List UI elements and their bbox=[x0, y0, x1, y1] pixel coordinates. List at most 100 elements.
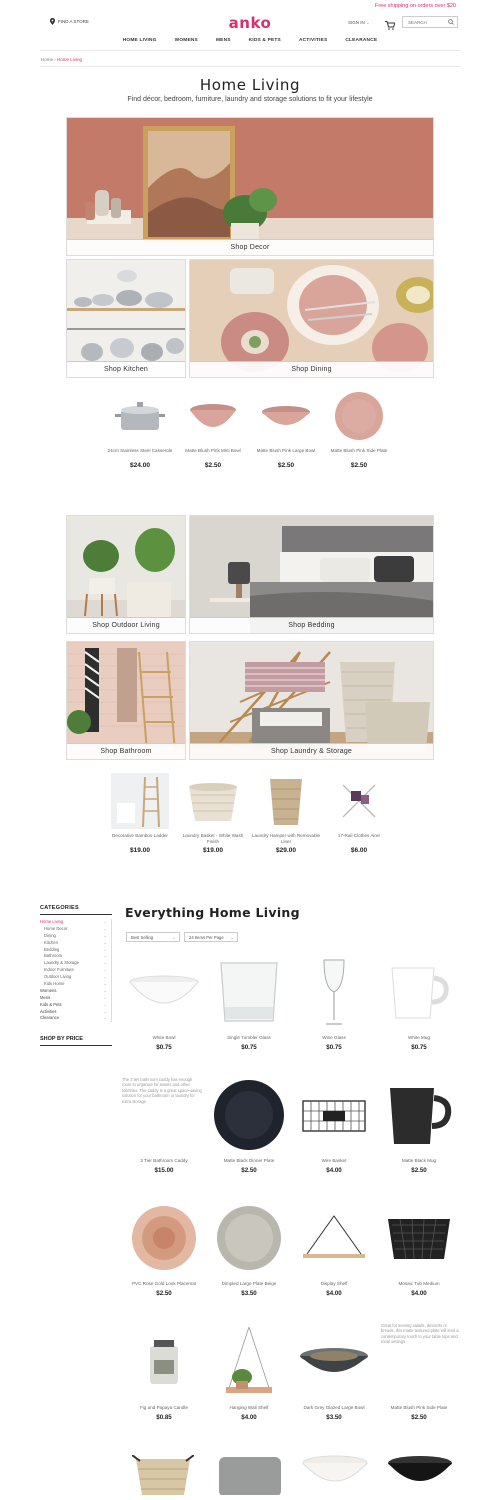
product-image[interactable] bbox=[292, 1076, 376, 1154]
product-image[interactable] bbox=[292, 1199, 376, 1277]
product-name[interactable]: Display Shelf bbox=[292, 1281, 376, 1287]
product-image[interactable] bbox=[377, 1199, 461, 1277]
shop-by-price-title[interactable]: SHOP BY PRICE bbox=[40, 1036, 112, 1047]
sidebar-item[interactable]: Laundry & Storage ⌄ bbox=[40, 960, 111, 967]
product-card[interactable]: Matte Black Dinner Plate $2.50 bbox=[207, 1076, 291, 1174]
product-card[interactable]: Decorative Bamboo Ladder $19.00 bbox=[103, 773, 177, 854]
search-input[interactable]: SEARCH bbox=[402, 16, 458, 28]
product-card[interactable]: Wine Glass $0.75 bbox=[292, 953, 376, 1051]
chevron-down-icon[interactable]: ⌄ bbox=[103, 988, 107, 995]
nav-mens[interactable]: MENS bbox=[213, 38, 234, 43]
product-card[interactable]: Dimpled Large Plate Beige $3.50 bbox=[207, 1199, 291, 1297]
product-card[interactable]: Laundry Hamper with Removable Liner $29.… bbox=[249, 773, 323, 854]
product-image[interactable] bbox=[377, 1076, 461, 1154]
tile-kitchen[interactable]: Shop Kitchen bbox=[66, 259, 186, 378]
chevron-down-icon[interactable]: ⌄ bbox=[103, 995, 107, 1002]
chevron-down-icon[interactable]: ⌄ bbox=[103, 953, 107, 960]
chevron-down-icon[interactable]: ⌄ bbox=[103, 933, 107, 940]
sidebar-item[interactable]: Home Decor ⌄ bbox=[40, 926, 111, 933]
chevron-down-icon[interactable]: ⌄ bbox=[103, 947, 107, 954]
product-card[interactable]: Single Tumbler Glass $0.75 bbox=[207, 953, 291, 1051]
product-name[interactable]: Mosaic Tub Medium bbox=[377, 1281, 461, 1287]
product-name[interactable]: Matte Black Mug bbox=[377, 1158, 461, 1164]
product-card[interactable]: Hanging Wall Shelf $4.00 bbox=[207, 1323, 291, 1421]
product-card[interactable]: Fig and Papaya Candle $0.85 bbox=[122, 1323, 206, 1421]
product-card[interactable]: Matte Blush Pink Mini Bowl $2.50 bbox=[176, 388, 250, 469]
product-name[interactable]: Hanging Wall Shelf bbox=[207, 1405, 291, 1411]
nav-activities[interactable]: ACTIVITIES bbox=[296, 38, 330, 43]
sort-select[interactable]: Best Selling ⌄ bbox=[126, 932, 180, 942]
sidebar-item[interactable]: Bathroom ⌄ bbox=[40, 953, 111, 960]
product-card[interactable]: 24cm Stainless Steel Casserole $24.00 bbox=[103, 388, 177, 469]
sidebar-item[interactable]: Womens ⌄ bbox=[40, 988, 111, 995]
product-image[interactable] bbox=[377, 953, 461, 1031]
product-card[interactable]: Dark Grey Glazed Large Bowl $3.50 bbox=[292, 1323, 376, 1421]
product-image[interactable] bbox=[207, 1076, 291, 1154]
product-name[interactable]: Single Tumbler Glass bbox=[207, 1035, 291, 1041]
product-name[interactable]: 3 Tier Bathroom Caddy bbox=[122, 1158, 206, 1164]
product-card[interactable]: Matte Blush Pink Side Plate $2.50 bbox=[322, 388, 396, 469]
chevron-down-icon[interactable]: ⌄ bbox=[103, 940, 107, 947]
breadcrumb-home[interactable]: Home bbox=[41, 57, 53, 62]
chevron-down-icon[interactable]: ⌄ bbox=[103, 1015, 107, 1022]
promo-banner[interactable]: Free shipping on orders over $20 bbox=[375, 3, 456, 9]
product-image[interactable] bbox=[207, 1199, 291, 1277]
product-name[interactable]: Fig and Papaya Candle bbox=[122, 1405, 206, 1411]
chevron-down-icon[interactable]: ⌄ bbox=[103, 967, 107, 974]
product-image[interactable] bbox=[207, 953, 291, 1031]
product-card[interactable]: Laundry Basket - White Wash Finish $19.0… bbox=[176, 773, 250, 854]
product-name[interactable]: PVC Rose Gold Look Placemat bbox=[122, 1281, 206, 1287]
product-image[interactable] bbox=[387, 1455, 457, 1492]
sidebar-item[interactable]: Mens ⌄ bbox=[40, 995, 111, 1002]
product-card[interactable]: Matte Black Mug $2.50 bbox=[377, 1076, 461, 1174]
product-image[interactable] bbox=[131, 1454, 202, 1500]
sign-in-link[interactable]: SIGN IN ⌄ bbox=[348, 20, 370, 26]
chevron-down-icon[interactable]: ⌄ bbox=[103, 1002, 107, 1009]
product-card[interactable]: Display Shelf $4.00 bbox=[292, 1199, 376, 1297]
tile-outdoor[interactable]: Shop Outdoor Living bbox=[66, 515, 186, 634]
tile-bathroom[interactable]: Shop Bathroom bbox=[66, 641, 186, 760]
chevron-down-icon[interactable]: ⌄ bbox=[103, 1009, 107, 1016]
chevron-down-icon[interactable]: ⌄ bbox=[103, 974, 107, 981]
product-name[interactable]: White Bowl bbox=[122, 1035, 206, 1041]
sidebar-item[interactable]: Kids & Pets ⌄ bbox=[40, 1002, 111, 1009]
product-card[interactable]: Matte Blush Pink Large Bowl $2.50 bbox=[249, 388, 323, 469]
tile-bedding[interactable]: Shop Bedding bbox=[189, 515, 434, 634]
product-image[interactable] bbox=[122, 1199, 206, 1277]
sidebar-item[interactable]: Indoor Furniture ⌄ bbox=[40, 967, 111, 974]
anko-logo[interactable]: anko bbox=[229, 14, 272, 32]
product-name[interactable]: Wire Basket bbox=[292, 1158, 376, 1164]
sidebar-item[interactable]: Kids Home ⌄ bbox=[40, 981, 111, 988]
nav-clearance[interactable]: CLEARANCE bbox=[342, 38, 380, 43]
product-image[interactable] bbox=[207, 1323, 291, 1401]
sidebar-item[interactable]: Kitchen ⌄ bbox=[40, 940, 111, 947]
product-name[interactable]: Dimpled Large Plate Beige bbox=[207, 1281, 291, 1287]
tile-laundry[interactable]: Shop Laundry & Storage bbox=[189, 641, 434, 760]
tile-decor[interactable]: Shop Decor bbox=[66, 117, 434, 256]
sidebar-item[interactable]: Clearance ⌄ bbox=[40, 1015, 111, 1022]
product-name[interactable]: Wine Glass bbox=[292, 1035, 376, 1041]
product-card[interactable]: 17-Rail Clothes Airer $6.00 bbox=[322, 773, 396, 854]
sidebar-item[interactable]: Dining ⌄ bbox=[40, 933, 111, 940]
product-image[interactable] bbox=[302, 1455, 372, 1490]
product-name[interactable]: Matte Black Dinner Plate bbox=[207, 1158, 291, 1164]
product-image[interactable] bbox=[292, 953, 376, 1031]
sidebar-item[interactable]: Activities ⌄ bbox=[40, 1009, 111, 1016]
product-image[interactable] bbox=[122, 1323, 206, 1401]
sidebar-item[interactable]: Outdoor Living ⌄ bbox=[40, 974, 111, 981]
product-card[interactable]: White Mug $0.75 bbox=[377, 953, 461, 1051]
chevron-down-icon[interactable]: ⌄ bbox=[103, 981, 107, 988]
nav-womens[interactable]: WOMENS bbox=[172, 38, 201, 43]
product-image[interactable] bbox=[122, 953, 206, 1031]
product-card[interactable]: White Bowl $0.75 bbox=[122, 953, 206, 1051]
chevron-down-icon[interactable]: ⌄ bbox=[103, 960, 107, 967]
chevron-down-icon[interactable]: ⌄ bbox=[103, 919, 107, 926]
nav-kids-pets[interactable]: KIDS & PETS bbox=[246, 38, 284, 43]
sidebar-item[interactable]: Home Living ⌄ bbox=[40, 919, 111, 926]
product-name[interactable]: Dark Grey Glazed Large Bowl bbox=[292, 1405, 376, 1411]
chevron-down-icon[interactable]: ⌄ bbox=[103, 926, 107, 933]
tile-dining[interactable]: Shop Dining bbox=[189, 259, 434, 378]
per-page-select[interactable]: 24 Items Per Page ⌄ bbox=[184, 932, 238, 942]
product-card[interactable]: Mosaic Tub Medium $4.00 bbox=[377, 1199, 461, 1297]
product-name[interactable]: Matte Blush Pink Side Plate bbox=[377, 1405, 461, 1411]
